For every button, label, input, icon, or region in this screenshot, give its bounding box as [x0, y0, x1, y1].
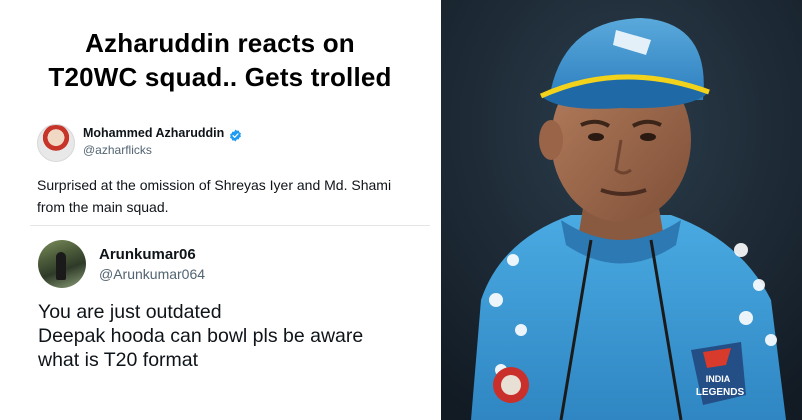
tweet-author-handle[interactable]: @azharflicks — [83, 143, 152, 157]
avatar[interactable] — [37, 124, 75, 162]
tweet-text: You are just outdated Deepak hooda can b… — [38, 300, 438, 372]
headline: Azharuddin reacts on T20WC squad.. Gets … — [0, 26, 440, 94]
player-illustration: INDIA LEGENDS — [441, 0, 802, 420]
tweet-text-line: what is T20 format — [38, 349, 199, 371]
avatar[interactable] — [38, 240, 86, 288]
tweet-author-name[interactable]: Mohammed Azharuddin — [83, 126, 224, 140]
tweet-text-line: Deepak hooda can bowl pls be aware — [38, 325, 364, 347]
verified-badge-icon — [229, 127, 242, 141]
tweet-author-handle[interactable]: @Arunkumar064 — [99, 266, 205, 282]
jersey-logo-line1: INDIA — [706, 374, 731, 384]
tweet-text: Surprised at the omission of Shreyas Iye… — [37, 177, 392, 215]
divider — [30, 225, 430, 226]
tweet-author-row: Mohammed Azharuddin — [83, 126, 242, 141]
jersey-logo-line2: LEGENDS — [696, 387, 745, 398]
left-panel: Azharuddin reacts on T20WC squad.. Gets … — [0, 0, 440, 420]
tweet-text-line: You are just outdated — [38, 301, 222, 323]
headline-line-1: Azharuddin reacts on — [85, 28, 355, 58]
tweet-author-name[interactable]: Arunkumar06 — [99, 246, 196, 263]
headline-line-2: T20WC squad.. Gets trolled — [48, 62, 392, 92]
player-photo: INDIA LEGENDS — [441, 0, 802, 420]
